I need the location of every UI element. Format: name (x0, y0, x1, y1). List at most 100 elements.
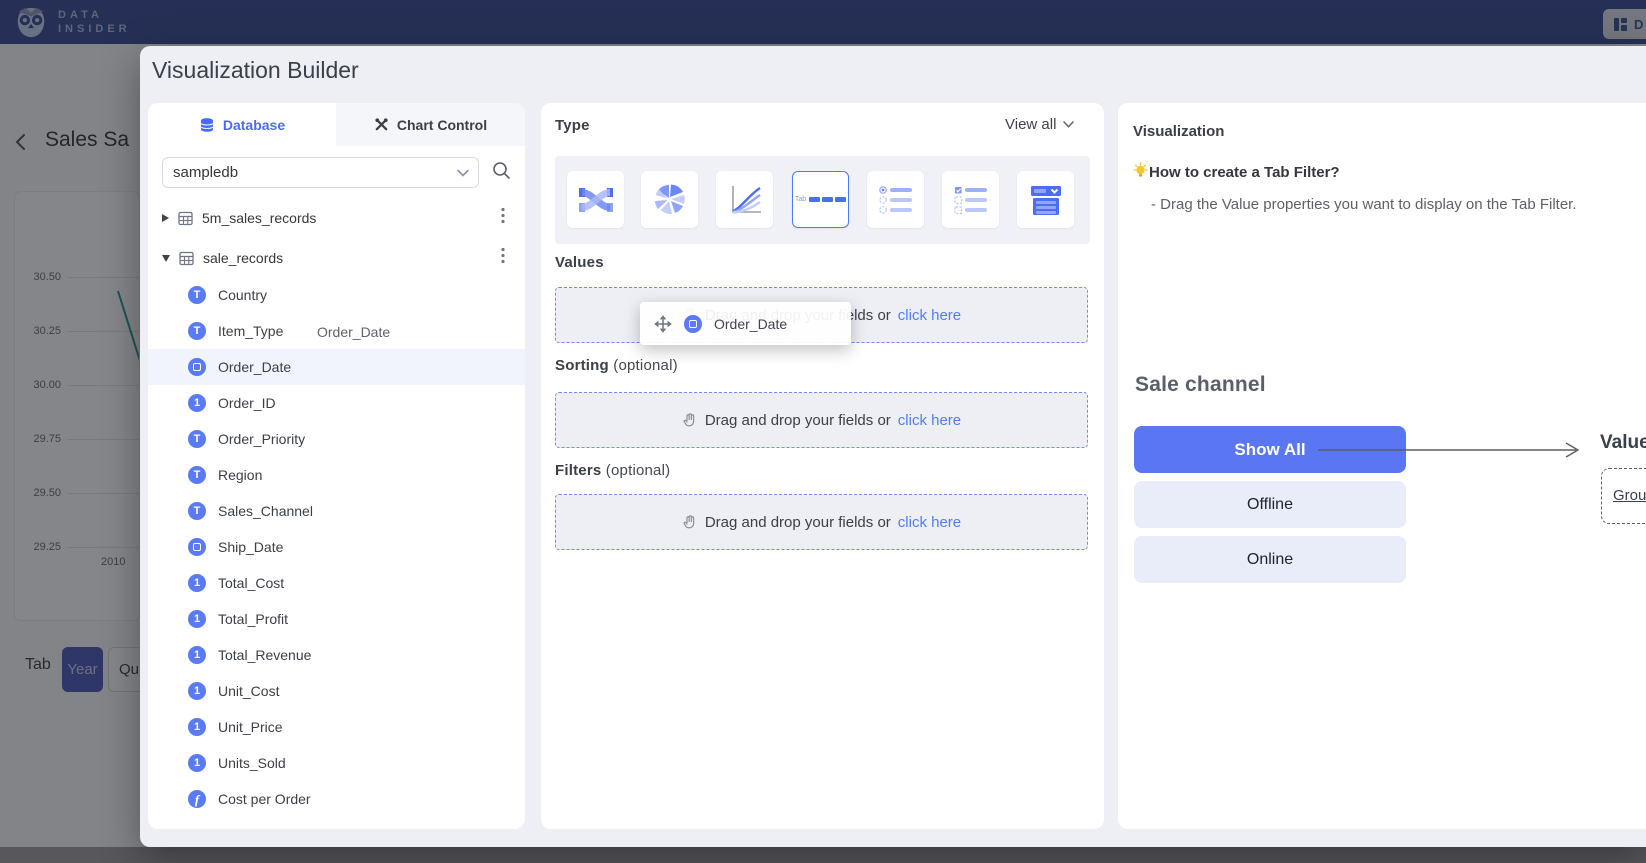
field-name: Unit_Cost (218, 683, 279, 699)
field-item[interactable]: T Sales_Channel (148, 493, 525, 529)
table-icon (179, 251, 194, 266)
field-name: Order_Date (218, 359, 291, 375)
table-name: sale_records (203, 250, 283, 266)
sorting-dropzone[interactable]: Drag and drop your fields or click here (555, 392, 1088, 448)
field-item[interactable]: T Region (148, 457, 525, 493)
field-item[interactable]: f Cost per Order (148, 781, 525, 817)
field-item[interactable]: T Country (148, 277, 525, 313)
chart-type-radio-list[interactable] (867, 171, 924, 228)
field-type-icon: f (188, 790, 206, 808)
table-row-5m-sales-records[interactable]: 5m_sales_records (148, 199, 525, 237)
annotation-group-box: Group (1601, 468, 1646, 524)
date-field-icon (684, 315, 702, 333)
chevron-down-icon (1063, 121, 1074, 128)
owl-logo-icon (12, 5, 50, 39)
caret-right-icon[interactable] (162, 214, 169, 222)
chart-type-line[interactable] (716, 171, 773, 228)
field-name: Units_Sold (218, 755, 286, 771)
field-item[interactable]: 1 Total_Profit (148, 601, 525, 637)
page-bottom-strip (0, 847, 1646, 863)
brand-name: DATA INSIDER (58, 8, 131, 36)
field-item[interactable]: 1 Total_Cost (148, 565, 525, 601)
visualization-label: Visualization (1133, 123, 1224, 140)
search-icon[interactable] (492, 161, 511, 185)
tab-chart-control[interactable]: Chart Control (336, 103, 525, 146)
grab-hand-icon (682, 514, 698, 530)
field-name: Total_Profit (218, 611, 288, 627)
tools-icon (374, 117, 389, 132)
kebab-menu-icon[interactable] (501, 248, 505, 269)
field-type-icon: T (188, 430, 206, 448)
chart-type-sankey[interactable] (567, 171, 624, 228)
annotation-value-label: Value (1600, 432, 1646, 454)
table-row-sale-records[interactable]: sale_records (148, 239, 525, 277)
sorting-section-label: Sorting (optional) (555, 357, 678, 374)
dragged-field-label: Order_Date (714, 316, 787, 332)
view-all-dropdown[interactable]: View all (1005, 116, 1074, 133)
field-name: Region (218, 467, 262, 483)
dashboard-button[interactable]: D (1603, 9, 1646, 39)
dropzone-click-here-link[interactable]: click here (898, 307, 961, 324)
filters-section-label: Filters (optional) (555, 462, 670, 479)
type-section-label: Type (555, 117, 590, 134)
annotation-arrow (1318, 438, 1584, 462)
chart-type-tab-filter[interactable]: Tab (792, 171, 849, 228)
dropzone-text: Drag and drop your fields or (705, 514, 891, 531)
field-item[interactable]: 1 Units_Sold (148, 745, 525, 781)
database-select[interactable]: sampledb (162, 157, 479, 188)
move-icon (654, 315, 672, 333)
dragged-field-chip[interactable]: Order_Date (640, 302, 851, 345)
modal-title: Visualization Builder (152, 57, 359, 84)
tip-title: How to create a Tab Filter? (1149, 164, 1340, 181)
field-type-icon: 1 (188, 718, 206, 736)
chart-type-dropdown-list[interactable] (1017, 171, 1074, 228)
field-item[interactable]: 1 Unit_Cost (148, 673, 525, 709)
drag-ghost-label: Order_Date (317, 324, 390, 340)
field-type-icon (188, 538, 206, 556)
bulb-icon (1132, 162, 1149, 180)
field-item[interactable]: 1 Total_Revenue (148, 637, 525, 673)
caret-down-icon[interactable] (162, 255, 170, 262)
field-name: Ship_Date (218, 539, 283, 555)
table-icon (178, 211, 193, 226)
field-type-icon (188, 358, 206, 376)
field-type-icon: 1 (188, 682, 206, 700)
annotation-group-label: Group (1613, 487, 1646, 504)
field-item[interactable]: T Order_Priority (148, 421, 525, 457)
field-item[interactable]: 1 Order_ID (148, 385, 525, 421)
field-type-icon: 1 (188, 574, 206, 592)
field-item[interactable]: 1 Unit_Price (148, 709, 525, 745)
tab-database[interactable]: Database (148, 103, 336, 146)
field-type-icon: T (188, 466, 206, 484)
chart-type-strip: Tab (555, 156, 1090, 244)
field-type-icon: T (188, 322, 206, 340)
field-name: Sales_Channel (218, 503, 313, 519)
dashboard-button-label: D (1634, 17, 1643, 32)
field-type-icon: T (188, 502, 206, 520)
field-list: T Country T Item_Type Order_Date 1 Order… (148, 277, 525, 817)
builder-panel: Type View all (541, 103, 1104, 829)
database-select-value: sampledb (173, 164, 238, 181)
left-panel-tabs: Database Chart Control (148, 103, 525, 146)
dropzone-click-here-link[interactable]: click here (898, 412, 961, 429)
field-name: Total_Cost (218, 575, 284, 591)
preview-title: Sale channel (1135, 373, 1266, 397)
field-name: Cost per Order (218, 791, 311, 807)
field-name: Unit_Price (218, 719, 283, 735)
field-type-icon: 1 (188, 610, 206, 628)
chart-type-pie[interactable] (641, 171, 698, 228)
top-navbar: DATA INSIDER D (0, 0, 1646, 44)
filters-dropzone[interactable]: Drag and drop your fields or click here (555, 494, 1088, 550)
database-icon (199, 117, 215, 133)
field-item[interactable]: Order_Date (148, 349, 525, 385)
dropzone-text: Drag and drop your fields or (705, 412, 891, 429)
filter-option-button[interactable]: Offline (1134, 481, 1406, 528)
dropzone-click-here-link[interactable]: click here (898, 514, 961, 531)
field-item[interactable]: Ship_Date (148, 529, 525, 565)
tab-database-label: Database (223, 117, 285, 133)
filter-option-button[interactable]: Online (1134, 536, 1406, 583)
field-type-icon: 1 (188, 754, 206, 772)
kebab-menu-icon[interactable] (501, 208, 505, 229)
chart-type-checkbox-list[interactable] (942, 171, 999, 228)
field-type-icon: T (188, 286, 206, 304)
